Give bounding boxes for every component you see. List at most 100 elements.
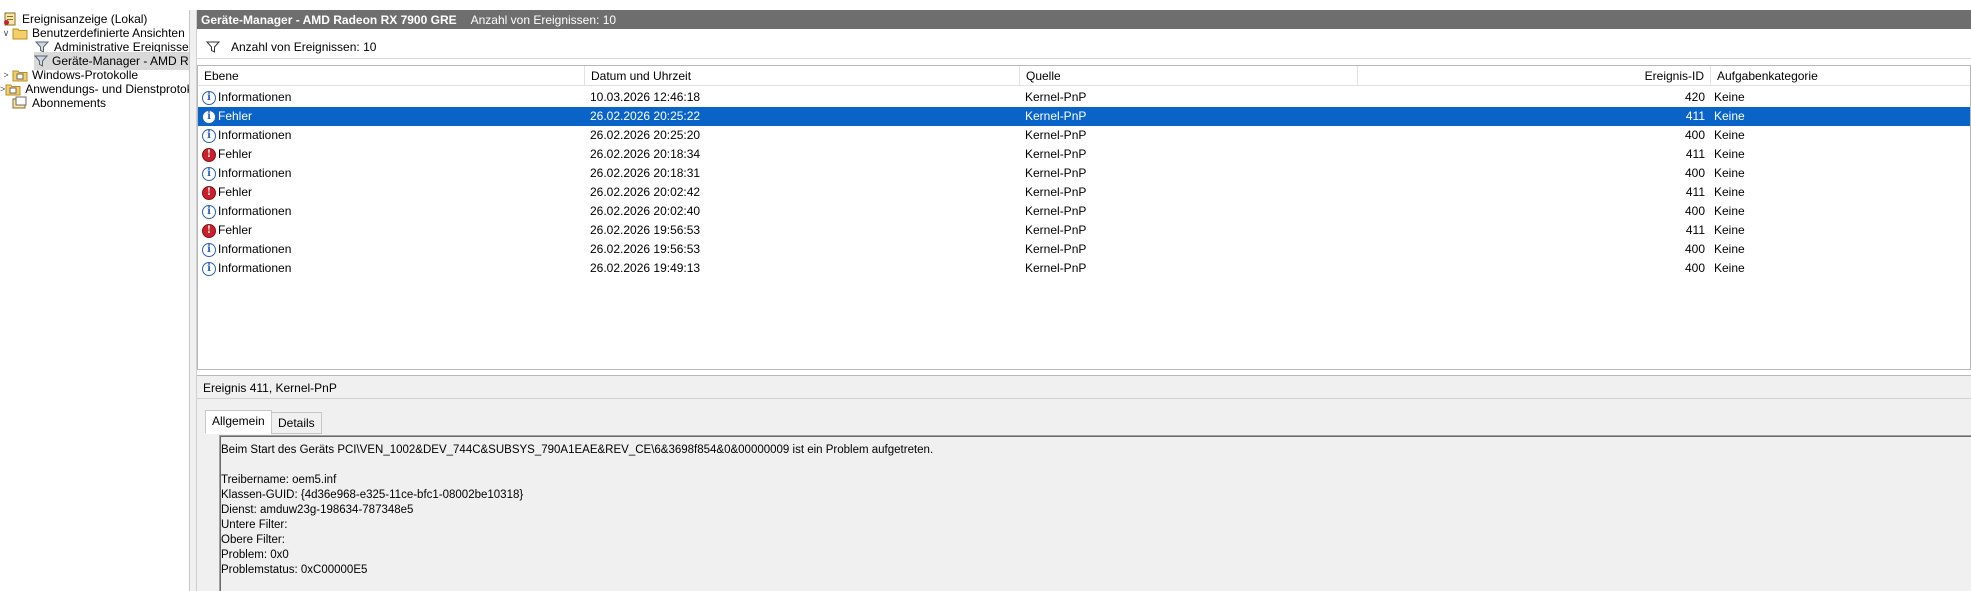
main-pane: Geräte-Manager - AMD Radeon RX 7900 GRE … — [197, 10, 1971, 591]
cell-category: Keine — [1714, 166, 1745, 180]
cell-date: 26.02.2026 20:18:34 — [590, 147, 701, 161]
level-text: Informationen — [218, 90, 292, 104]
level-text: Informationen — [218, 166, 292, 180]
cell-id: 400 — [1684, 204, 1705, 218]
column-header-source[interactable]: Quelle — [1020, 66, 1358, 86]
cell-category: Keine — [1714, 109, 1745, 123]
event-description-text: Beim Start des Geräts PCI\VEN_1002&DEV_7… — [221, 444, 934, 576]
level-text: Fehler — [218, 109, 253, 123]
cell-id: 411 — [1685, 147, 1705, 161]
navigation-tree: Ereignisanzeige (Lokal) ∨ Benutzerdefini… — [0, 10, 190, 591]
cell-level: i Informationen — [198, 164, 585, 183]
cell-date: 26.02.2026 20:25:20 — [590, 128, 701, 142]
cell-level: ! Fehler — [198, 221, 585, 240]
cell-date: 10.03.2026 12:46:18 — [590, 90, 701, 104]
filter-count-text: Anzahl von Ereignissen: 10 — [231, 39, 377, 54]
tab-general[interactable]: Allgemein — [205, 410, 272, 434]
info-icon: i — [202, 166, 216, 181]
subscriptions-icon — [12, 95, 28, 111]
level-text: Fehler — [218, 185, 253, 199]
cell-id: 411 — [1685, 185, 1705, 199]
tree-item-label: Abonnements — [32, 96, 107, 110]
column-header-level[interactable]: Ebene — [198, 66, 585, 86]
cell-category: Keine — [1714, 204, 1745, 218]
error-icon: ! — [202, 223, 216, 238]
cell-level: ! Fehler — [198, 183, 585, 202]
table-row[interactable]: i Informationen 26.02.2026 20:18:31 Kernel-… — [198, 164, 1970, 183]
table-row[interactable]: i Informationen 26.02.2026 20:02:40 Kernel-… — [198, 202, 1970, 221]
level-text: Informationen — [218, 128, 292, 142]
table-row[interactable]: i Informationen 26.02.2026 19:56:53 Kernel-… — [198, 240, 1970, 259]
cell-level: i Informationen — [198, 202, 585, 221]
level-text: Fehler — [218, 147, 253, 161]
cell-id: 420 — [1684, 90, 1705, 104]
info-icon: i — [202, 128, 216, 143]
expanded-chevron-icon[interactable]: ∨ — [0, 24, 12, 42]
cell-category: Keine — [1714, 242, 1745, 256]
column-header-task-category[interactable]: Aufgabenkategorie — [1711, 66, 1970, 86]
table-row[interactable]: ! Fehler 26.02.2026 20:18:34 Kernel-PnP 411 K… — [198, 145, 1970, 164]
cell-category: Keine — [1714, 261, 1745, 275]
cell-level: i Informationen — [198, 259, 585, 278]
info-icon: i — [202, 261, 216, 276]
level-text: Informationen — [218, 242, 292, 256]
event-details-pane: Ereignis 411, Kernel-PnP Allgemein Detai… — [197, 375, 1971, 591]
cell-id: 400 — [1684, 166, 1705, 180]
cell-level: i Fehler — [198, 107, 585, 126]
cell-id: 411 — [1685, 109, 1705, 123]
table-row[interactable]: ! Fehler 26.02.2026 20:02:42 Kernel-PnP 411 K… — [198, 183, 1970, 202]
cell-source: Kernel-PnP — [1025, 223, 1087, 237]
cell-level: i Informationen — [198, 126, 585, 145]
cell-source: Kernel-PnP — [1025, 185, 1087, 199]
cell-date: 26.02.2026 19:56:53 — [590, 242, 701, 256]
column-header-event-id[interactable]: Ereignis-ID — [1358, 66, 1711, 86]
cell-date: 26.02.2026 20:02:40 — [590, 204, 701, 218]
cell-category: Keine — [1714, 90, 1745, 104]
event-list: Ebene Datum und Uhrzeit Quelle Ereignis-… — [197, 65, 1971, 370]
event-list-header: Ebene Datum und Uhrzeit Quelle Ereignis-… — [198, 66, 1970, 86]
cell-source: Kernel-PnP — [1025, 261, 1087, 275]
filter-bar: Anzahl von Ereignissen: 10 — [197, 35, 1971, 59]
info-icon: i — [202, 204, 216, 219]
level-text: Informationen — [218, 204, 292, 218]
view-title: Geräte-Manager - AMD Radeon RX 7900 GRE — [201, 12, 457, 27]
cell-source: Kernel-PnP — [1025, 109, 1087, 123]
cell-category: Keine — [1714, 128, 1745, 142]
cell-date: 26.02.2026 20:25:22 — [590, 109, 701, 123]
column-header-datetime[interactable]: Datum und Uhrzeit — [585, 66, 1020, 86]
cell-id: 411 — [1685, 223, 1705, 237]
tree-item-subscriptions[interactable]: Abonnements — [12, 94, 106, 112]
table-row[interactable]: i Informationen 10.03.2026 12:46:18 Kernel-… — [198, 88, 1970, 107]
cell-category: Keine — [1714, 147, 1745, 161]
cell-date: 26.02.2026 20:18:31 — [590, 166, 701, 180]
error-icon: ! — [202, 185, 216, 200]
cell-source: Kernel-PnP — [1025, 242, 1087, 256]
view-title-bar: Geräte-Manager - AMD Radeon RX 7900 GRE … — [197, 10, 1971, 29]
cell-source: Kernel-PnP — [1025, 166, 1087, 180]
cell-level: i Informationen — [198, 240, 585, 259]
cell-category: Keine — [1714, 185, 1745, 199]
cell-date: 26.02.2026 20:02:42 — [590, 185, 701, 199]
table-row[interactable]: i Fehler 26.02.2026 20:25:22 Kernel-PnP 411 K… — [198, 107, 1970, 126]
table-row[interactable]: i Informationen 26.02.2026 19:49:13 Kernel-… — [198, 259, 1970, 278]
pane-splitter[interactable] — [190, 10, 197, 591]
cell-source: Kernel-PnP — [1025, 147, 1087, 161]
cell-category: Keine — [1714, 223, 1745, 237]
info-icon: i — [202, 90, 216, 105]
cell-level: i Informationen — [198, 88, 585, 107]
tab-details[interactable]: Details — [271, 412, 322, 434]
level-text: Fehler — [218, 223, 253, 237]
cell-id: 400 — [1684, 242, 1705, 256]
event-details-title: Ereignis 411, Kernel-PnP — [203, 381, 337, 395]
cell-id: 400 — [1684, 261, 1705, 275]
error-icon: ! — [202, 147, 216, 162]
filter-icon — [205, 39, 221, 55]
cell-date: 26.02.2026 19:56:53 — [590, 223, 701, 237]
cell-date: 26.02.2026 19:49:13 — [590, 261, 701, 275]
view-event-count: Anzahl von Ereignissen: 10 — [470, 12, 617, 27]
cell-source: Kernel-PnP — [1025, 128, 1087, 142]
folder-icon — [12, 25, 28, 41]
cell-source: Kernel-PnP — [1025, 90, 1087, 104]
table-row[interactable]: ! Fehler 26.02.2026 19:56:53 Kernel-PnP 411 K… — [198, 221, 1970, 240]
table-row[interactable]: i Informationen 26.02.2026 20:25:20 Kernel-… — [198, 126, 1970, 145]
